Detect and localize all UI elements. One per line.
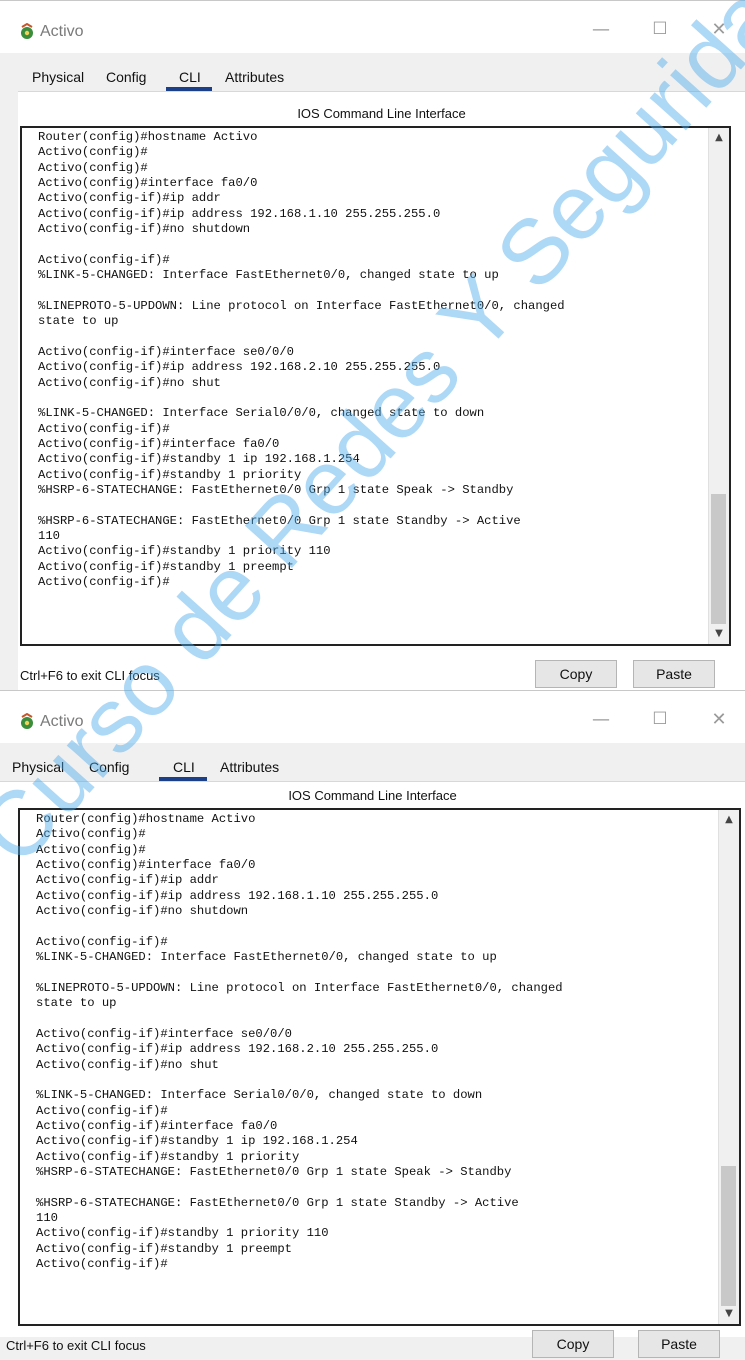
cli-focus-hint: Ctrl+F6 to exit CLI focus xyxy=(20,668,160,683)
pane-title: IOS Command Line Interface xyxy=(297,106,466,121)
window-title: Activo xyxy=(40,713,84,730)
tab-attributes[interactable]: Attributes xyxy=(220,759,279,775)
chevron-down-icon[interactable]: ▼ xyxy=(719,1306,739,1322)
close-icon[interactable]: ✕ xyxy=(704,709,734,730)
chevron-up-icon[interactable]: ▲ xyxy=(709,130,729,146)
title-bar: Activo — ☐ ✕ xyxy=(0,1,745,53)
paste-button[interactable]: Paste xyxy=(638,1330,720,1358)
maximize-icon[interactable]: ☐ xyxy=(645,709,675,729)
packet-tracer-router-icon xyxy=(21,713,33,729)
title-bar: Activo — ☐ ✕ xyxy=(0,691,745,743)
console-text: Router(config)#hostname Activo Activo(co… xyxy=(36,812,563,1271)
vertical-scrollbar[interactable]: ▲ ▼ xyxy=(718,810,739,1324)
cli-focus-hint: Ctrl+F6 to exit CLI focus xyxy=(6,1338,146,1353)
chevron-down-icon[interactable]: ▼ xyxy=(709,626,729,642)
pane-title: IOS Command Line Interface xyxy=(288,788,457,803)
cli-window-1: Activo — ☐ ✕ Physical Config CLI Attribu… xyxy=(0,0,745,692)
close-icon[interactable]: ✕ xyxy=(704,19,734,40)
minimize-icon[interactable]: — xyxy=(586,709,616,730)
copy-button[interactable]: Copy xyxy=(532,1330,614,1358)
tab-attributes[interactable]: Attributes xyxy=(225,69,284,85)
tab-config[interactable]: Config xyxy=(106,69,146,85)
chevron-up-icon[interactable]: ▲ xyxy=(719,812,739,828)
console-area[interactable]: Router(config)#hostname Activo Activo(co… xyxy=(20,126,731,646)
console-text: Router(config)#hostname Activo Activo(co… xyxy=(38,130,565,589)
minimize-icon[interactable]: — xyxy=(586,19,616,40)
tab-physical[interactable]: Physical xyxy=(32,69,84,85)
tab-cli[interactable]: CLI xyxy=(179,69,201,87)
bottom-bar: Ctrl+F6 to exit CLI focus Copy Paste xyxy=(6,1330,741,1360)
tab-cli[interactable]: CLI xyxy=(173,759,195,777)
scrollbar-thumb[interactable] xyxy=(721,1166,736,1306)
copy-button[interactable]: Copy xyxy=(535,660,617,688)
window-title: Activo xyxy=(40,23,84,40)
scrollbar-thumb[interactable] xyxy=(711,494,726,624)
tab-physical[interactable]: Physical xyxy=(12,759,64,775)
bottom-bar: Ctrl+F6 to exit CLI focus Copy Paste xyxy=(20,660,731,690)
vertical-scrollbar[interactable]: ▲ ▼ xyxy=(708,128,729,644)
tab-config[interactable]: Config xyxy=(89,759,129,775)
paste-button[interactable]: Paste xyxy=(633,660,715,688)
console-area[interactable]: Router(config)#hostname Activo Activo(co… xyxy=(18,808,741,1326)
maximize-icon[interactable]: ☐ xyxy=(645,19,675,39)
cli-window-2: Activo — ☐ ✕ Physical Config CLI Attribu… xyxy=(0,690,745,1360)
packet-tracer-router-icon xyxy=(21,23,33,39)
